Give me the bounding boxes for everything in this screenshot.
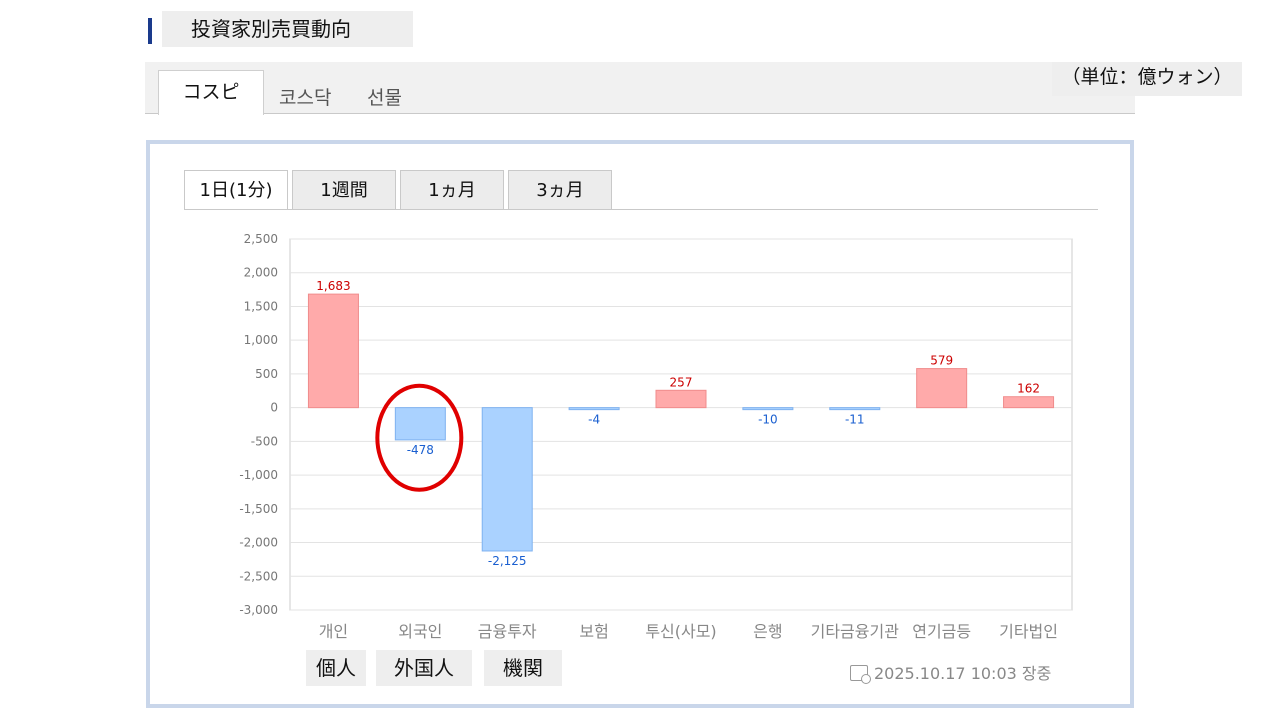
data-label: 162 — [1017, 382, 1040, 396]
x-tick-label: 연기금등 — [912, 622, 971, 641]
data-label: 1,683 — [316, 279, 350, 293]
bar — [394, 407, 446, 441]
bar-chart: 2,500 2,000 1,500 1,000 500 0 -500 -1,000 -1,500… — [239, 232, 1073, 641]
label-foreign: 外国人 — [376, 650, 472, 686]
y-tick-label: -1,500 — [239, 502, 278, 516]
y-tick-label: -1,000 — [239, 468, 278, 482]
bar — [916, 368, 968, 409]
x-tick-label: 외국인 — [398, 622, 442, 641]
data-label: -10 — [758, 413, 778, 427]
x-tick-label: 개인 — [319, 622, 348, 641]
bar — [568, 407, 620, 411]
timestamp-text: 2025.10.17 10:03 장중 — [874, 664, 1052, 683]
x-tick-label: 기타법인 — [999, 622, 1058, 641]
bar — [655, 389, 707, 409]
bar — [1003, 396, 1055, 409]
data-label: -4 — [588, 413, 600, 427]
timestamp: 2025.10.17 10:03 장중 — [850, 660, 1051, 684]
y-tick-label: 0 — [270, 401, 278, 415]
x-tick-label: 보험 — [579, 622, 608, 641]
data-label: -478 — [407, 443, 434, 457]
y-tick-label: -3,000 — [239, 603, 278, 617]
data-label: -2,125 — [488, 554, 527, 568]
data-label: 257 — [670, 375, 693, 389]
x-tick-label: 기타금융기관 — [811, 622, 900, 641]
y-tick-label: -2,000 — [239, 536, 278, 550]
y-tick-label: 2,500 — [244, 232, 278, 246]
x-tick-label: 금융투자 — [478, 622, 537, 641]
label-individual: 個人 — [306, 650, 366, 686]
data-label: 579 — [930, 354, 953, 368]
y-tick-label: -500 — [251, 434, 278, 448]
clock-icon — [850, 665, 871, 684]
bar — [307, 293, 359, 409]
bar — [481, 407, 533, 552]
x-tick-label: 투신(사모) — [645, 622, 716, 641]
x-tick-label: 은행 — [753, 622, 782, 641]
data-label: -11 — [845, 413, 865, 427]
bar — [829, 407, 881, 411]
bar — [742, 407, 794, 411]
y-tick-label: 500 — [255, 367, 278, 381]
y-tick-label: 1,000 — [244, 333, 278, 347]
y-tick-label: -2,500 — [239, 569, 278, 583]
y-tick-label: 1,500 — [244, 299, 278, 313]
y-tick-label: 2,000 — [244, 266, 278, 280]
label-institution: 機関 — [484, 650, 562, 686]
